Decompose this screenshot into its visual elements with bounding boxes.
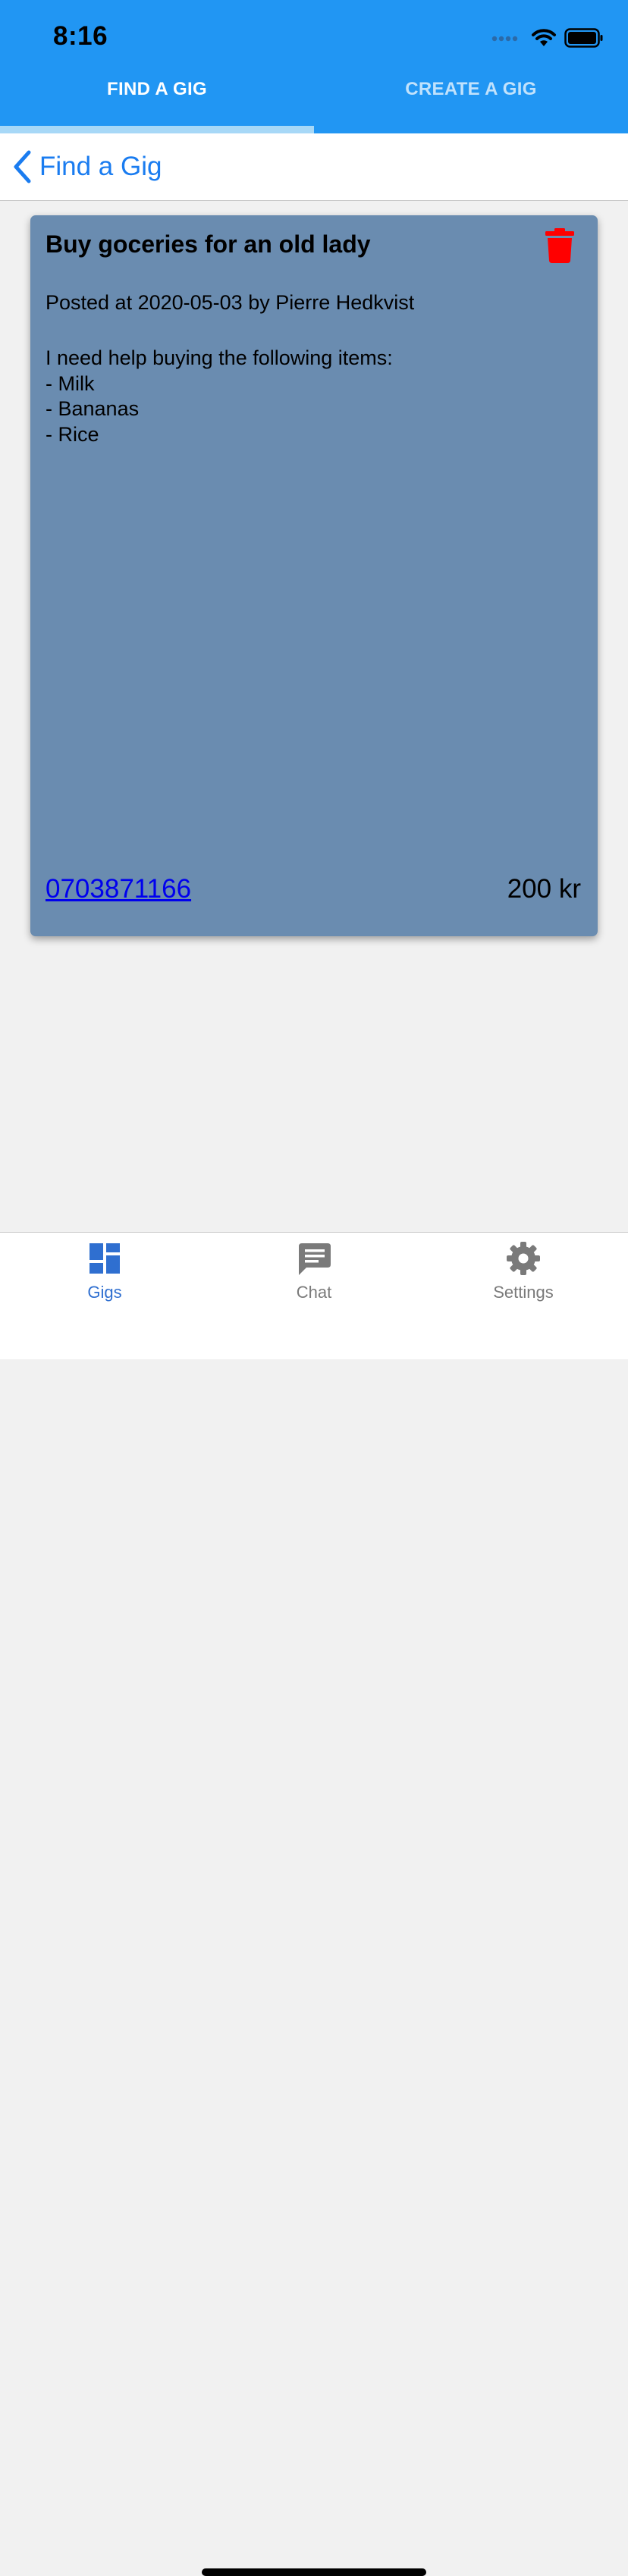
gig-posted-meta: Posted at 2020-05-03 by Pierre Hedkvist bbox=[46, 291, 415, 314]
wifi-icon bbox=[532, 29, 556, 46]
status-time: 8:16 bbox=[53, 21, 108, 51]
navigation-bar: Find a Gig bbox=[0, 133, 628, 201]
tab-chat[interactable]: Chat bbox=[209, 1240, 419, 1308]
tab-gigs-label: Gigs bbox=[87, 1283, 122, 1302]
tab-create-a-gig[interactable]: CREATE A GIG bbox=[314, 79, 628, 100]
home-indicator bbox=[202, 2568, 426, 2576]
tab-chat-label: Chat bbox=[296, 1283, 332, 1302]
chevron-left-icon bbox=[14, 150, 31, 183]
trash-icon bbox=[545, 228, 574, 263]
gig-description-line: - Milk bbox=[46, 371, 95, 395]
tab-settings[interactable]: Settings bbox=[419, 1240, 628, 1308]
tab-find-a-gig[interactable]: FIND A GIG bbox=[0, 79, 314, 100]
dashboard-icon bbox=[89, 1243, 120, 1274]
bottom-tab-bar: Gigs Chat Settings bbox=[0, 1232, 628, 2576]
gig-description: I need help buying the following items: … bbox=[46, 346, 393, 447]
battery-icon bbox=[564, 28, 603, 48]
gig-card: Buy goceries for an old lady Posted at 2… bbox=[30, 215, 598, 936]
tab-settings-label: Settings bbox=[493, 1283, 554, 1302]
back-button[interactable]: Find a Gig bbox=[12, 149, 162, 185]
gig-description-line: I need help buying the following items: bbox=[46, 346, 393, 369]
top-header: 8:16 FIND A GIG CREATE A GIG bbox=[0, 0, 628, 133]
gear-icon bbox=[507, 1242, 540, 1275]
chat-icon bbox=[299, 1243, 331, 1275]
gig-price: 200 kr bbox=[507, 874, 581, 904]
gig-phone-link[interactable]: 0703871166 bbox=[46, 874, 191, 904]
gig-title: Buy goceries for an old lady bbox=[46, 230, 371, 258]
tab-gigs[interactable]: Gigs bbox=[0, 1240, 209, 1308]
back-button-label: Find a Gig bbox=[39, 152, 162, 181]
gig-description-line: - Rice bbox=[46, 422, 99, 446]
status-icons bbox=[491, 27, 604, 49]
signal-icon bbox=[491, 36, 518, 42]
gig-description-line: - Bananas bbox=[46, 397, 140, 420]
tab-indicator bbox=[0, 126, 314, 133]
delete-button[interactable] bbox=[545, 227, 575, 264]
